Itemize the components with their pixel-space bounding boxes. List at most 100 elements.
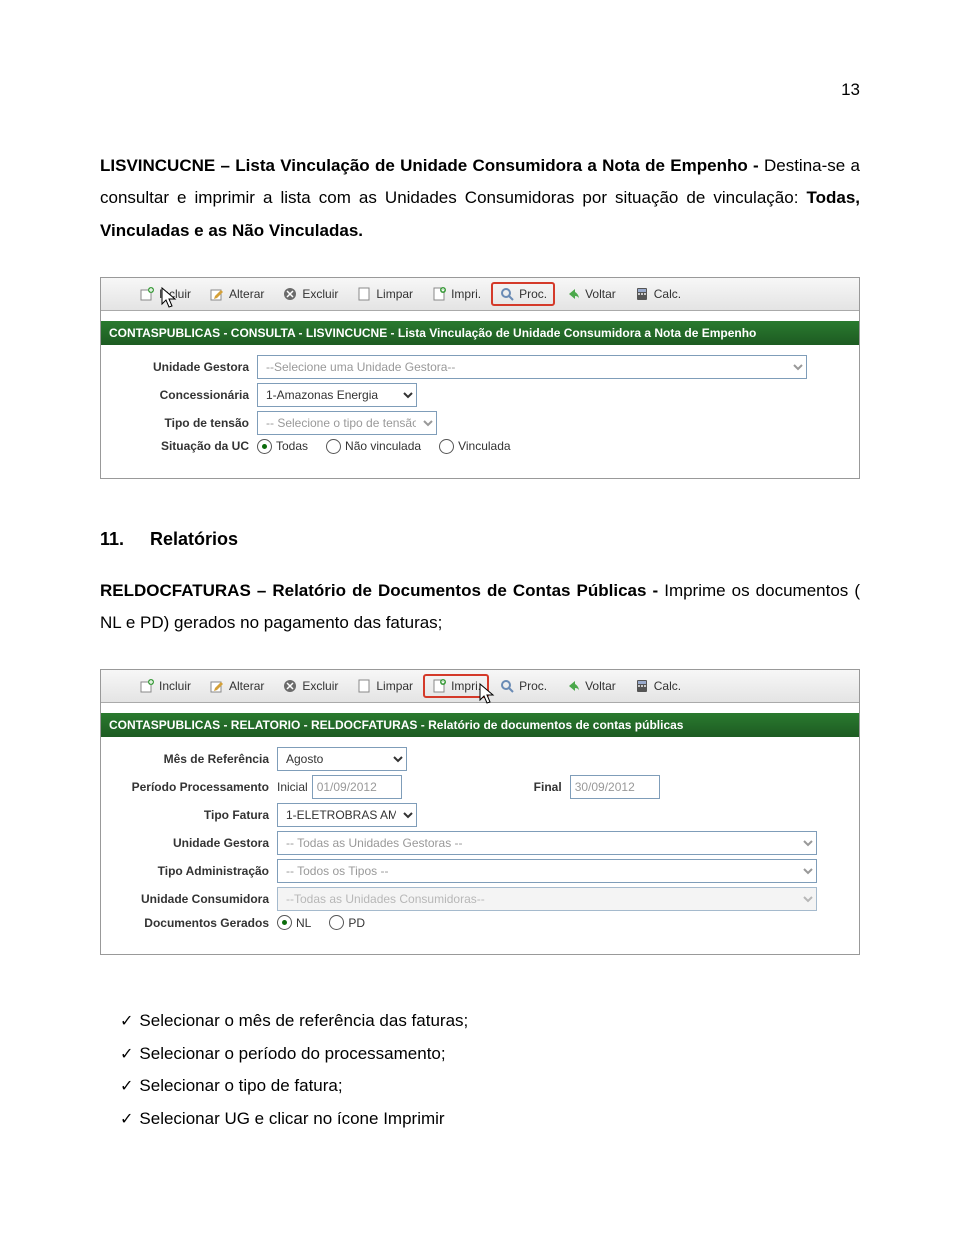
excluir-button-2[interactable]: Excluir — [274, 674, 346, 698]
section-11-header: 11. Relatórios — [100, 529, 860, 550]
impri-icon — [431, 678, 447, 694]
bullet-2-text: Selecionar o período do processamento; — [139, 1038, 445, 1070]
screenshot-lisvincucne: Incluir Alterar Excluir Limpar — [100, 277, 860, 479]
check-icon: ✓ — [120, 1007, 133, 1037]
label-tipo-tensao: Tipo de tensão — [109, 416, 257, 430]
section-title: Relatórios — [150, 529, 238, 550]
intro-code-bold: LISVINCUCNE – Lista Vinculação de Unidad… — [100, 156, 759, 175]
excluir-button[interactable]: Excluir — [274, 282, 346, 306]
calc-button[interactable]: Calc. — [626, 282, 689, 306]
screenshot-reldocfaturas: Incluir Alterar Excluir Limpar Impri. — [100, 669, 860, 955]
incluir-button[interactable]: Incluir — [131, 282, 199, 306]
label-unidade-cons: Unidade Consumidora — [109, 892, 277, 906]
bullet-1: ✓Selecionar o mês de referência das fatu… — [120, 1005, 860, 1037]
excluir-label: Excluir — [302, 679, 338, 693]
alterar-label: Alterar — [229, 679, 264, 693]
bullet-3: ✓Selecionar o tipo de fatura; — [120, 1070, 860, 1102]
radio-icon — [329, 915, 344, 930]
proc-icon — [499, 286, 515, 302]
alterar-button[interactable]: Alterar — [201, 282, 272, 306]
radio-pd[interactable]: PD — [329, 915, 365, 930]
incluir-icon — [139, 678, 155, 694]
alterar-button-2[interactable]: Alterar — [201, 674, 272, 698]
incluir-button-2[interactable]: Incluir — [131, 674, 199, 698]
radio-vinculada[interactable]: Vinculada — [439, 439, 511, 454]
label-unidade-gestora: Unidade Gestora — [109, 360, 257, 374]
impri-label: Impri. — [451, 679, 481, 693]
radio-nl[interactable]: NL — [277, 915, 311, 930]
voltar-label: Voltar — [585, 287, 616, 301]
form-lisvincucne: Unidade Gestora --Selecione uma Unidade … — [101, 345, 859, 478]
impri-icon — [431, 286, 447, 302]
impri-button-2[interactable]: Impri. — [423, 674, 489, 698]
radio-icon — [439, 439, 454, 454]
radio-icon — [277, 915, 292, 930]
calc-label: Calc. — [654, 287, 681, 301]
alterar-icon — [209, 678, 225, 694]
excluir-label: Excluir — [302, 287, 338, 301]
radio-icon — [257, 439, 272, 454]
select-unidade-gestora-2[interactable]: -- Todas as Unidades Gestoras -- — [277, 831, 817, 855]
intro-paragraph: LISVINCUCNE – Lista Vinculação de Unidad… — [100, 150, 860, 247]
proc-button[interactable]: Proc. — [491, 282, 555, 306]
form-reldocfaturas: Mês de Referência Agosto Período Process… — [101, 737, 859, 954]
header-bar-1: CONTASPUBLICAS - CONSULTA - LISVINCUCNE … — [101, 321, 859, 345]
select-concessionaria[interactable]: 1-Amazonas Energia — [257, 383, 417, 407]
alterar-icon — [209, 286, 225, 302]
label-periodo: Período Processamento — [109, 780, 277, 794]
paragraph-reldocfaturas: RELDOCFATURAS – Relatório de Documentos … — [100, 575, 860, 640]
calc-label: Calc. — [654, 679, 681, 693]
radio-icon — [326, 439, 341, 454]
bullets-list: ✓Selecionar o mês de referência das fatu… — [120, 1005, 860, 1135]
bullet-4-text: Selecionar UG e clicar no ícone Imprimir — [139, 1103, 444, 1135]
select-unidade-cons: --Todas as Unidades Consumidoras-- — [277, 887, 817, 911]
radio-vinculada-label: Vinculada — [458, 439, 511, 453]
select-unidade-gestora[interactable]: --Selecione uma Unidade Gestora-- — [257, 355, 807, 379]
impri-button[interactable]: Impri. — [423, 282, 489, 306]
select-tipo-admin[interactable]: -- Todos os Tipos -- — [277, 859, 817, 883]
input-final[interactable] — [570, 775, 660, 799]
select-mes-ref[interactable]: Agosto — [277, 747, 407, 771]
calc-icon — [634, 678, 650, 694]
select-tipo-tensao[interactable]: -- Selecione o tipo de tensão — [257, 411, 437, 435]
label-unidade-gestora-2: Unidade Gestora — [109, 836, 277, 850]
radio-todas[interactable]: Todas — [257, 439, 308, 454]
voltar-button-2[interactable]: Voltar — [557, 674, 624, 698]
section-number: 11. — [100, 529, 150, 550]
proc-button-2[interactable]: Proc. — [491, 674, 555, 698]
incluir-label: Incluir — [159, 287, 191, 301]
voltar-button[interactable]: Voltar — [557, 282, 624, 306]
select-tipo-fatura[interactable]: 1-ELETROBRAS AM — [277, 803, 417, 827]
bullet-4: ✓Selecionar UG e clicar no ícone Imprimi… — [120, 1103, 860, 1135]
alterar-label: Alterar — [229, 287, 264, 301]
radio-pd-label: PD — [348, 916, 365, 930]
para2-code-bold: RELDOCFATURAS – Relatório de Documentos … — [100, 581, 658, 600]
calc-button-2[interactable]: Calc. — [626, 674, 689, 698]
excluir-icon — [282, 678, 298, 694]
label-mes-ref: Mês de Referência — [109, 752, 277, 766]
label-tipo-admin: Tipo Administração — [109, 864, 277, 878]
check-icon: ✓ — [120, 1072, 133, 1102]
impri-label: Impri. — [451, 287, 481, 301]
limpar-button-2[interactable]: Limpar — [348, 674, 421, 698]
input-inicial[interactable] — [312, 775, 402, 799]
radio-nl-label: NL — [296, 916, 311, 930]
label-docs-gerados: Documentos Gerados — [109, 916, 277, 930]
check-icon: ✓ — [120, 1040, 133, 1070]
header-bar-2: CONTASPUBLICAS - RELATORIO - RELDOCFATUR… — [101, 713, 859, 737]
voltar-icon — [565, 286, 581, 302]
calc-icon — [634, 286, 650, 302]
radio-nao-vinculada-label: Não vinculada — [345, 439, 421, 453]
label-inicial: Inicial — [277, 780, 312, 794]
check-icon: ✓ — [120, 1105, 133, 1135]
bullet-1-text: Selecionar o mês de referência das fatur… — [139, 1005, 468, 1037]
voltar-icon — [565, 678, 581, 694]
limpar-button[interactable]: Limpar — [348, 282, 421, 306]
bullet-2: ✓Selecionar o período do processamento; — [120, 1038, 860, 1070]
limpar-label: Limpar — [376, 679, 413, 693]
radio-nao-vinculada[interactable]: Não vinculada — [326, 439, 421, 454]
excluir-icon — [282, 286, 298, 302]
incluir-icon — [139, 286, 155, 302]
label-concessionaria: Concessionária — [109, 388, 257, 402]
toolbar: Incluir Alterar Excluir Limpar — [101, 278, 859, 311]
